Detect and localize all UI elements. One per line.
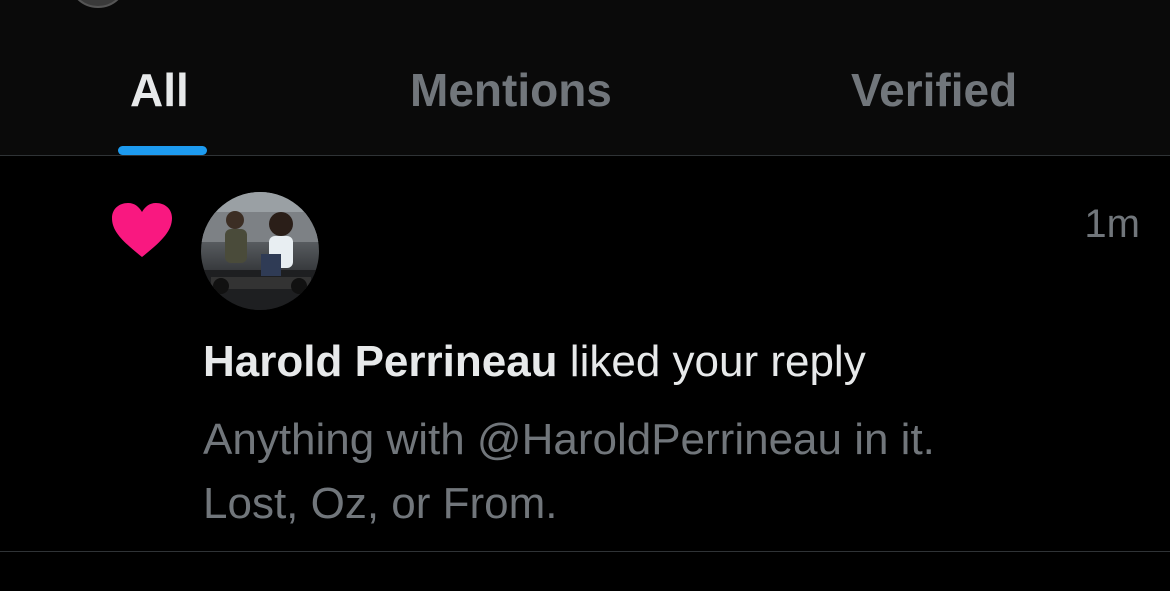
profile-avatar[interactable] (68, 0, 128, 8)
reply-line-1: Anything with @HaroldPerrineau in it. (203, 415, 935, 464)
active-tab-indicator (118, 146, 207, 155)
avatar-photo (201, 192, 319, 310)
notifications-page: All Mentions Verified 1m Harold Perrinea… (0, 0, 1170, 591)
notification-headline: Harold Perrineau liked your reply (203, 334, 866, 390)
notification-divider (0, 551, 1170, 552)
user-avatar[interactable] (201, 192, 319, 310)
tab-all[interactable]: All (130, 58, 189, 122)
tab-verified[interactable]: Verified (851, 58, 1017, 122)
tab-mentions[interactable]: Mentions (410, 58, 612, 122)
user-name-link[interactable]: Harold Perrineau (203, 337, 558, 386)
reply-line-2: Lost, Oz, or From. (203, 479, 558, 528)
heart-icon (112, 203, 172, 257)
notification-timestamp: 1m (1084, 202, 1140, 246)
notifications-tabs: All Mentions Verified (0, 0, 1170, 155)
reply-preview[interactable]: Anything with @HaroldPerrineau in it. Lo… (203, 408, 1103, 536)
action-text: liked your reply (569, 337, 866, 386)
like-notification[interactable]: 1m Harold Perrineau liked your reply Any… (0, 156, 1170, 551)
